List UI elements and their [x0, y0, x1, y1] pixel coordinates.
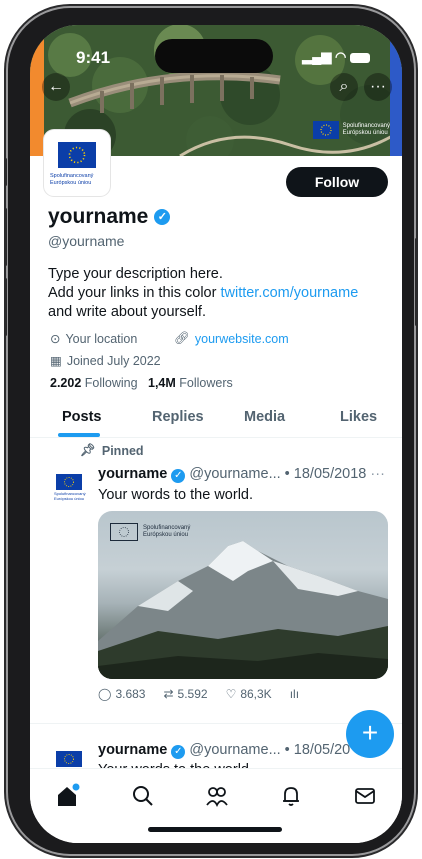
messages-icon[interactable]: [352, 783, 378, 809]
volume-up-button: [4, 208, 7, 266]
joined-row: ▦ Joined July 2022: [50, 353, 161, 369]
wifi-icon: ◠: [335, 49, 347, 64]
post-author-name[interactable]: yourname: [98, 466, 167, 482]
following-link[interactable]: 2.202 Following: [50, 376, 138, 390]
location-row: ⊙ Your location: [50, 331, 138, 347]
eu-label-line1: Spolufinancovaný: [342, 123, 390, 129]
profile-bio: Type your description here. Add your lin…: [48, 265, 388, 322]
back-icon[interactable]: ←: [42, 73, 70, 101]
home-icon[interactable]: [54, 783, 80, 809]
post-header: yourname ✓ @yourname... • 18/05/2018 ···: [98, 466, 385, 483]
followers-link[interactable]: 1,4M Followers: [148, 376, 233, 390]
post-header: yourname ✓ @yourname... • 18/05/20: [98, 742, 350, 759]
signal-icon: ▂▄▆: [302, 49, 332, 64]
search-icon[interactable]: [130, 783, 156, 809]
battery-icon: [350, 52, 370, 63]
eu-label-line2: Európskou úniou: [50, 180, 92, 186]
eu-flag-icon: [56, 474, 82, 490]
power-button: [415, 238, 418, 326]
tab-posts[interactable]: Posts: [62, 409, 102, 425]
dynamic-island: [155, 39, 273, 73]
profile-name: yourname: [48, 205, 149, 228]
bio-line-2: Add your links in this color twitter.com…: [48, 284, 388, 303]
status-time: 9:41: [76, 48, 111, 67]
post-media-image[interactable]: Spolufinancovaný Európskou úniou: [98, 511, 388, 679]
eu-label-line2: Európskou úniou: [143, 532, 189, 538]
link-icon: 🔗︎: [174, 331, 190, 345]
verified-badge-icon: ✓: [171, 745, 186, 759]
compose-button[interactable]: +: [346, 710, 394, 758]
bio-link[interactable]: twitter.com/yourname: [220, 285, 358, 301]
post-more-icon[interactable]: ···: [370, 466, 385, 482]
communities-icon[interactable]: [204, 783, 230, 809]
profile-avatar[interactable]: Spolufinancovaný Európskou úniou: [44, 130, 110, 196]
heart-icon: ♡: [225, 687, 237, 701]
home-indicator: [148, 827, 282, 832]
status-icons: ▂▄▆ ◠: [302, 49, 370, 65]
post-avatar[interactable]: Spolufinancovaný Európskou úniou: [54, 472, 86, 502]
banner-eu-logo: Spolufinancovaný Európskou úniou: [312, 121, 390, 139]
like-count: 86,3K: [240, 687, 272, 701]
profile-handle: @yourname: [48, 233, 125, 249]
calendar-icon: ▦: [50, 354, 62, 368]
followers-count: 1,4M: [148, 376, 176, 390]
more-icon[interactable]: ···: [364, 73, 392, 101]
notifications-icon[interactable]: [278, 783, 304, 809]
following-count: 2.202: [50, 376, 82, 390]
media-eu-logo: Spolufinancovaný Európskou úniou: [110, 523, 190, 541]
pinned-text: Pinned: [101, 443, 144, 458]
verified-badge-icon: ✓: [154, 209, 171, 225]
pin-icon: 📌︎: [80, 443, 96, 457]
retweet-count: 5.592: [177, 687, 208, 701]
eu-label-line1: Spolufinancovaný: [50, 173, 94, 179]
bio-line-3: and write about yourself.: [48, 304, 206, 320]
eu-flag-icon: [312, 121, 339, 139]
retweet-button[interactable]: ⇄ 5.592: [163, 687, 207, 701]
like-button[interactable]: ♡ 86,3K: [226, 687, 272, 701]
location-text: Your location: [65, 331, 138, 346]
post-handle-date: @yourname... • 18/05/20: [189, 742, 351, 758]
eu-label-line2: Európskou úniou: [342, 130, 388, 136]
volume-down-button: [4, 278, 7, 336]
bio-line-2-prefix: Add your links in this color: [48, 285, 221, 301]
post-divider: [30, 723, 402, 724]
analytics-icon: ılı: [289, 687, 300, 701]
eu-flag-outline-icon: [110, 523, 138, 541]
post-author-name[interactable]: yourname: [98, 742, 167, 758]
bio-line-1: Type your description here.: [48, 266, 223, 282]
banner-blue-stripe: [390, 25, 402, 156]
pinned-label: 📌︎ Pinned: [80, 443, 144, 458]
analytics-button[interactable]: ılı: [290, 687, 299, 701]
post-actions: ◯ 3.683 ⇄ 5.592 ♡ 86,3K ılı: [98, 687, 299, 701]
website-link[interactable]: yourwebsite.com: [195, 332, 289, 346]
verified-badge-icon: ✓: [171, 469, 186, 483]
profile-tabs: Posts Replies Media Likes: [30, 399, 402, 438]
reply-button[interactable]: ◯ 3.683: [98, 687, 145, 701]
tab-media[interactable]: Media: [244, 409, 285, 425]
search-icon[interactable]: ⌕: [330, 73, 358, 101]
bottom-nav: [30, 768, 402, 843]
post-text: Your words to the world.: [98, 487, 254, 503]
eu-label-line2: Európskou úniou: [54, 496, 85, 501]
eu-label-line1: Spolufinancovaný: [143, 525, 191, 531]
retweet-icon: ⇄: [163, 687, 174, 701]
followers-label: Followers: [179, 376, 233, 390]
following-label: Following: [84, 376, 138, 390]
tab-likes[interactable]: Likes: [340, 409, 377, 425]
screen: 9:41 ▂▄▆ ◠ ← ⌕ ··· Spolufinancovaný Euró…: [30, 25, 402, 843]
joined-text: Joined July 2022: [66, 353, 161, 368]
eu-flag-icon: [56, 751, 82, 767]
active-tab-indicator: [58, 433, 100, 437]
location-pin-icon: ⊙: [50, 332, 61, 346]
eu-flag-icon: [58, 142, 96, 168]
tab-replies[interactable]: Replies: [152, 409, 204, 425]
side-button: [4, 158, 7, 186]
follow-counts: 2.202 Following 1,4M Followers: [50, 376, 233, 390]
website-row[interactable]: 🔗︎ yourwebsite.com: [174, 331, 289, 346]
reply-icon: ◯: [98, 687, 112, 701]
reply-count: 3.683: [115, 687, 146, 701]
follow-button[interactable]: Follow: [286, 167, 388, 197]
post-handle-date: @yourname... • 18/05/2018: [189, 466, 367, 482]
profile-name-row: yourname ✓: [48, 205, 171, 229]
